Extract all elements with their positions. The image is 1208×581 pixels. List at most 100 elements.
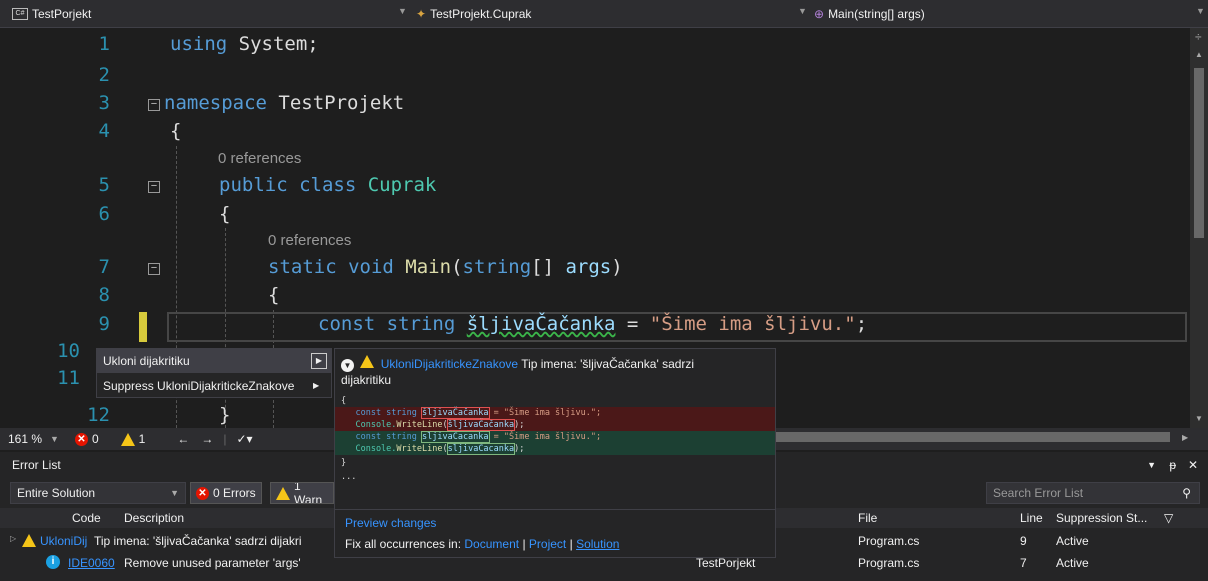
line-number: 3 — [98, 92, 110, 114]
back-arrow-icon[interactable]: ← — [177, 432, 189, 446]
warning-count[interactable]: 1 — [139, 432, 146, 446]
collapse-icon[interactable]: − — [148, 99, 160, 111]
removed-line: Console.WriteLine(šljivaČačanka); — [335, 419, 775, 431]
scroll-right-icon[interactable]: ▶ — [1182, 433, 1188, 442]
row-description: Remove unused parameter 'args' — [124, 556, 301, 570]
pin-icon[interactable]: ᵽ — [1169, 458, 1176, 472]
added-line: const string sljivaCacanka = "Šime ima š… — [335, 431, 775, 443]
rule-code-link[interactable]: IDE0060 — [68, 556, 115, 570]
menu-item-suppress[interactable]: Suppress UkloniDijakritickeZnakove ▶ — [97, 374, 331, 398]
scope-value: Entire Solution — [17, 486, 96, 500]
info-icon: i — [46, 555, 60, 569]
code-line: namespace TestProjekt — [164, 92, 405, 114]
code-line: public class Cuprak — [219, 174, 437, 196]
row-file: Program.cs — [858, 556, 920, 570]
search-input[interactable]: Search Error List ⚲ — [986, 482, 1200, 504]
line-number: 11 — [57, 367, 80, 389]
chevron-down-icon[interactable]: ▼ — [398, 6, 407, 16]
separator: | — [522, 537, 526, 551]
expand-icon[interactable]: ▷ — [10, 534, 16, 543]
line-number: 10 — [57, 340, 80, 362]
fix-all-label: Fix all occurrences in: — [345, 537, 462, 551]
column-line[interactable]: Line — [1020, 511, 1043, 525]
collapse-icon[interactable]: − — [148, 263, 160, 275]
vertical-scrollbar[interactable]: ÷ ▲ ▼ — [1190, 28, 1208, 428]
column-file[interactable]: File — [858, 511, 877, 525]
codelens-references[interactable]: 0 references — [268, 232, 351, 249]
errors-filter-button[interactable]: ✕ 0 Errors — [190, 482, 262, 504]
project-name: TestPorjekt — [32, 7, 92, 21]
fix-solution-link[interactable]: Solution — [576, 537, 619, 551]
fix-preview-pane: ▼ UkloniDijakritickeZnakove Tip imena: '… — [334, 348, 776, 558]
line-number: 4 — [98, 120, 110, 142]
preview-code-line: } — [341, 458, 347, 468]
diagnostic-header: ▼ UkloniDijakritickeZnakove Tip imena: '… — [341, 355, 771, 388]
member-name: Main(string[] args) — [828, 7, 925, 21]
line-number: 6 — [98, 203, 110, 225]
line-number: 8 — [98, 284, 110, 306]
code-line: static void Main(string[] args) — [268, 256, 623, 278]
warnings-filter-button[interactable]: 1 Warn — [270, 482, 334, 504]
collapse-chevron-icon[interactable]: ▼ — [341, 359, 354, 372]
diagnostic-message: Tip imena: 'šljivaČačanka' sadrzi — [521, 357, 695, 371]
column-description[interactable]: Description — [124, 511, 184, 525]
method-icon: ⊕ — [814, 7, 825, 21]
line-number: 7 — [98, 256, 110, 278]
chevron-down-icon[interactable]: ▼ — [1147, 460, 1156, 470]
errors-filter-label: 0 Errors — [213, 486, 256, 500]
chevron-right-icon: ▶ — [313, 381, 320, 390]
warning-icon[interactable] — [120, 432, 135, 446]
row-suppression: Active — [1056, 534, 1089, 548]
removed-line: const string šljivaČačanka = "Šime ima š… — [335, 407, 775, 419]
column-code[interactable]: Code — [72, 511, 101, 525]
preview-changes-link[interactable]: Preview changes — [345, 516, 436, 530]
column-suppression[interactable]: Suppression St... — [1056, 511, 1147, 525]
close-icon[interactable]: ✕ — [1188, 458, 1198, 472]
error-count[interactable]: 0 — [92, 432, 99, 446]
warning-icon — [276, 486, 290, 500]
scope-dropdown[interactable]: Entire Solution ▼ — [10, 482, 186, 504]
codelens-references[interactable]: 0 references — [218, 150, 301, 167]
code-line: using System; — [170, 33, 319, 55]
rule-code-link[interactable]: UkloniDij — [40, 534, 87, 548]
row-line: 9 — [1020, 534, 1027, 548]
preview-code-line: { — [341, 396, 347, 406]
project-dropdown[interactable]: C# TestPorjekt — [12, 4, 91, 24]
line-number: 2 — [98, 64, 110, 86]
chevron-down-icon[interactable]: ▼ — [50, 434, 59, 444]
chevron-down-icon[interactable]: ▼ — [1196, 6, 1205, 16]
chevron-down-icon[interactable]: ▼ — [798, 6, 807, 16]
code-line: } — [219, 404, 231, 426]
menu-item-remove-diacritics[interactable]: Ukloni dijakritiku ▶ — [97, 349, 331, 373]
added-line: Console.WriteLine(sljivaCacanka); — [335, 443, 775, 455]
forward-arrow-icon[interactable]: → — [201, 432, 213, 446]
rule-id-link[interactable]: UkloniDijakritickeZnakove — [381, 357, 518, 371]
error-icon[interactable]: ✕ — [74, 432, 88, 446]
panel-title: Error List — [12, 458, 61, 472]
split-icon[interactable]: ÷ — [1195, 30, 1202, 44]
code-line: { — [170, 120, 182, 142]
menu-item-label: Ukloni dijakritiku — [103, 354, 190, 368]
collapse-icon[interactable]: − — [148, 181, 160, 193]
row-file: Program.cs — [858, 534, 920, 548]
class-icon: ✦ — [416, 7, 427, 21]
fix-document-link[interactable]: Document — [464, 537, 519, 551]
fix-all-row: Fix all occurrences in: Document | Proje… — [345, 537, 619, 551]
brush-icon[interactable]: ✓▾ — [236, 432, 252, 446]
search-placeholder: Search Error List — [993, 486, 1084, 500]
scroll-down-icon[interactable]: ▼ — [1195, 414, 1203, 423]
filter-icon[interactable]: ▽ — [1164, 511, 1173, 525]
code-line: const string šljivaČačanka = "Šime ima š… — [318, 313, 868, 335]
line-number: 1 — [98, 33, 110, 55]
type-dropdown[interactable]: ✦ TestProjekt.Cuprak — [416, 4, 531, 24]
scroll-up-icon[interactable]: ▲ — [1195, 50, 1203, 59]
type-name: TestProjekt.Cuprak — [430, 7, 532, 21]
line-number: 9 — [98, 313, 110, 335]
chevron-right-icon[interactable]: ▶ — [311, 353, 327, 369]
change-margin-marker — [139, 312, 147, 342]
search-icon[interactable]: ⚲ — [1182, 486, 1191, 500]
scrollbar-thumb[interactable] — [1194, 68, 1204, 238]
member-dropdown[interactable]: ⊕ Main(string[] args) — [814, 4, 925, 24]
zoom-level[interactable]: 161 % — [8, 432, 42, 446]
fix-project-link[interactable]: Project — [529, 537, 566, 551]
